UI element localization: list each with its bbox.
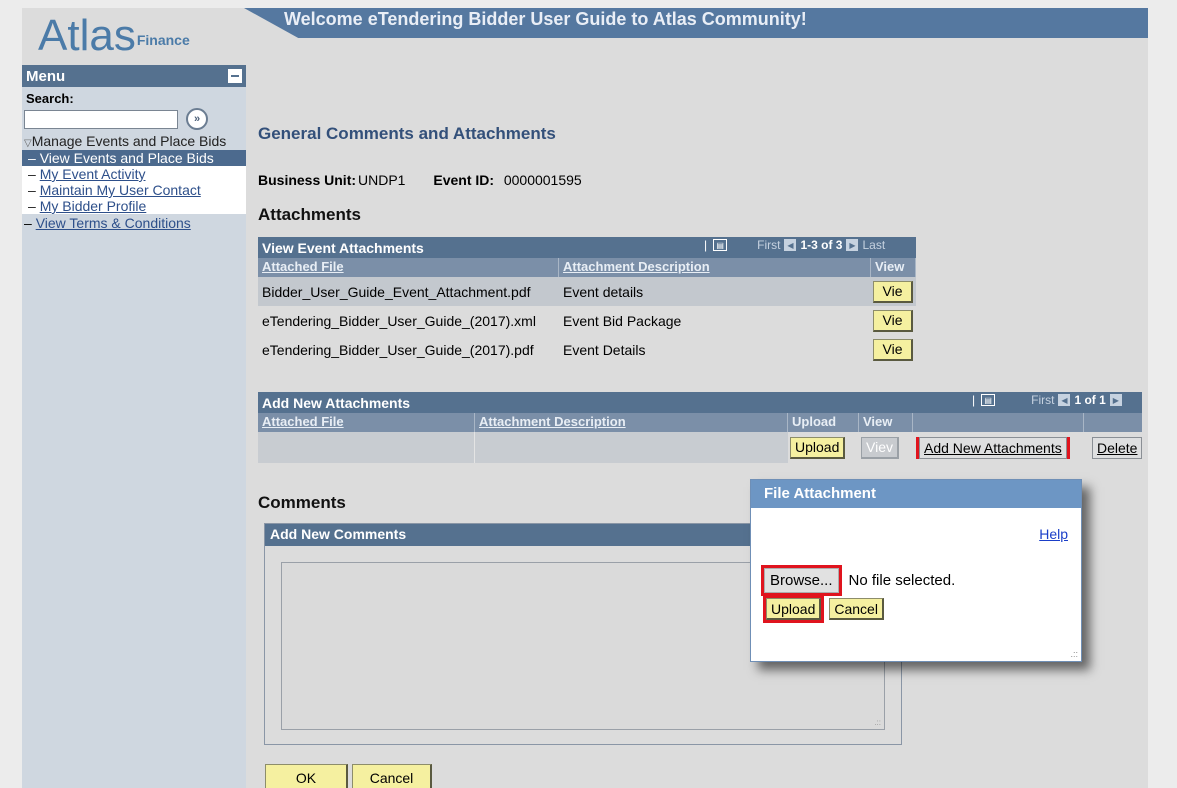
next-icon[interactable]: ▶ <box>1109 394 1122 406</box>
upload-button[interactable]: Upload <box>790 436 846 459</box>
menu-item-link[interactable]: My Event Activity <box>40 166 146 182</box>
left-menu: Menu Search: » ▽Manage Events and Place … <box>22 65 246 788</box>
view-all-icon[interactable]: ▤ <box>981 394 996 406</box>
grid-title: Add New Attachments <box>262 394 411 411</box>
event-id-label: Event ID: <box>433 172 495 188</box>
col-view: View <box>871 258 916 277</box>
menu-items: – View Events and Place Bids – My Event … <box>22 150 246 214</box>
screenshot-frame: Atlas Finance Welcome eTendering Bidder … <box>0 0 1177 788</box>
attachments-title: Attachments <box>258 205 361 224</box>
next-icon[interactable]: ▶ <box>846 239 859 251</box>
footer-ok: OK <box>265 764 348 788</box>
attachment-description: Event Bid Package <box>563 312 682 329</box>
column-headers: Attached File Attachment Description Upl… <box>258 413 1142 432</box>
triangle-down-icon: ▽ <box>24 138 32 149</box>
add-new-attachments-button[interactable]: Add New Attachments <box>916 436 1070 459</box>
menu-item-link[interactable]: View Terms & Conditions <box>36 215 191 231</box>
menu-item-maintain-contact[interactable]: – Maintain My User Contact <box>22 182 246 198</box>
menu-header: Menu <box>22 65 246 87</box>
event-id-value: 0000001595 <box>503 172 582 188</box>
search-label: Search: <box>26 91 74 106</box>
dialog-resize-icon[interactable]: .:: <box>1070 649 1078 659</box>
menu-item-link[interactable]: My Bidder Profile <box>40 198 147 214</box>
grid-header: Add New Attachments | ▤ First ◀ 1 of 1 ▶ <box>258 392 1142 413</box>
welcome-banner: Welcome eTendering Bidder User Guide to … <box>244 8 1148 38</box>
table-row: eTendering_Bidder_User_Guide_(2017).pdf … <box>258 335 916 364</box>
nav-range: 1 of 1 <box>1074 393 1106 407</box>
attachment-description: Event details <box>563 283 644 300</box>
menu-item-link[interactable]: Maintain My User Contact <box>40 182 201 198</box>
view-button[interactable]: Vie <box>873 280 913 303</box>
table-row: Bidder_User_Guide_Event_Attachment.pdf E… <box>258 277 916 306</box>
logo-subtext: Finance <box>136 32 190 48</box>
file-picker-row: Browse... No file selected. <box>761 565 956 596</box>
business-unit-row: Business Unit: UNDP1 Event ID: 0000001595 <box>258 172 606 188</box>
attached-file: eTendering_Bidder_User_Guide_(2017).pdf <box>262 341 534 358</box>
view-button[interactable]: Vie <box>873 309 913 332</box>
grid-title: View Event Attachments <box>262 239 424 256</box>
menu-group-manage-events[interactable]: ▽Manage Events and Place Bids <box>22 130 246 149</box>
file-status: No file selected. <box>848 572 956 589</box>
browse-button[interactable]: Browse... <box>761 565 842 596</box>
col-attachment-description[interactable]: Attachment Description <box>559 258 871 277</box>
app-window: Atlas Finance Welcome eTendering Bidder … <box>22 8 1148 788</box>
view-all-icon[interactable]: ▤ <box>713 239 728 251</box>
collapse-icon[interactable] <box>228 69 242 83</box>
attachment-description: Event Details <box>563 341 646 358</box>
col-upload: Upload <box>788 413 859 432</box>
dialog-upload-button[interactable]: Upload <box>762 595 825 623</box>
prev-icon[interactable]: ◀ <box>1058 394 1071 406</box>
grid-header: View Event Attachments | ▤ First ◀ 1-3 o… <box>258 237 916 258</box>
business-unit-label: Business Unit: <box>258 172 357 188</box>
menu-item-view-events[interactable]: – View Events and Place Bids <box>22 150 246 166</box>
ok-button[interactable]: OK <box>265 764 348 788</box>
nav-range: 1-3 of 3 <box>800 238 843 252</box>
logo-text: Atlas <box>38 11 136 60</box>
add-attachments-grid: Add New Attachments | ▤ First ◀ 1 of 1 ▶… <box>258 392 1142 463</box>
delete-button[interactable]: Delete <box>1092 436 1142 459</box>
search-row: » <box>22 108 246 130</box>
view-button-disabled: Viev <box>861 436 899 459</box>
nav-first[interactable]: First <box>1031 393 1054 407</box>
table-row: eTendering_Bidder_User_Guide_(2017).xml … <box>258 306 916 335</box>
menu-item-label: View Events and Place Bids <box>39 150 214 166</box>
comments-title: Comments <box>258 493 346 512</box>
attached-file-cell <box>258 432 475 463</box>
view-button[interactable]: Vie <box>873 338 913 361</box>
resize-grip-icon[interactable]: .:: <box>874 718 881 727</box>
dialog-cancel-button[interactable]: Cancel <box>829 598 884 620</box>
help-link[interactable]: Help <box>1039 526 1068 542</box>
grid-navigation: | ▤ First ◀ 1-3 of 3 ▶ Last <box>704 238 886 252</box>
view-attachments-grid: View Event Attachments | ▤ First ◀ 1-3 o… <box>258 237 916 364</box>
dialog-title: File Attachment <box>751 480 1081 508</box>
nav-last[interactable]: Last <box>862 238 885 252</box>
dialog-buttons: Upload Cancel <box>762 595 884 623</box>
menu-title: Menu <box>26 67 66 85</box>
attached-file: Bidder_User_Guide_Event_Attachment.pdf <box>262 283 531 300</box>
col-view: View <box>859 413 913 432</box>
page-title: General Comments and Attachments <box>258 124 556 143</box>
business-unit-value: UNDP1 <box>358 172 406 188</box>
footer-cancel: Cancel <box>352 764 432 788</box>
cancel-button[interactable]: Cancel <box>352 764 432 788</box>
menu-item-bidder-profile[interactable]: – My Bidder Profile <box>22 198 246 214</box>
col-attached-file[interactable]: Attached File <box>258 258 559 277</box>
attached-file: eTendering_Bidder_User_Guide_(2017).xml <box>262 312 536 329</box>
menu-item-my-event-activity[interactable]: – My Event Activity <box>22 166 246 182</box>
menu-search-input[interactable] <box>24 109 178 129</box>
menu-item-terms[interactable]: – View Terms & Conditions <box>22 214 246 231</box>
atlas-logo[interactable]: Atlas Finance <box>38 8 190 58</box>
search-go-icon[interactable]: » <box>186 108 208 130</box>
nav-first[interactable]: First <box>757 238 780 252</box>
prev-icon[interactable]: ◀ <box>784 239 797 251</box>
description-cell <box>475 432 788 463</box>
file-attachment-dialog: File Attachment Help Browse... No file s… <box>750 479 1082 662</box>
col-attached-file[interactable]: Attached File <box>258 413 475 432</box>
column-headers: Attached File Attachment Description Vie… <box>258 258 916 277</box>
grid-navigation: | ▤ First ◀ 1 of 1 ▶ <box>972 393 1122 407</box>
col-attachment-description[interactable]: Attachment Description <box>475 413 788 432</box>
table-row: Upload Viev Add New Attachments Delete <box>258 432 1142 463</box>
menu-group-label: Manage Events and Place Bids <box>31 133 227 149</box>
